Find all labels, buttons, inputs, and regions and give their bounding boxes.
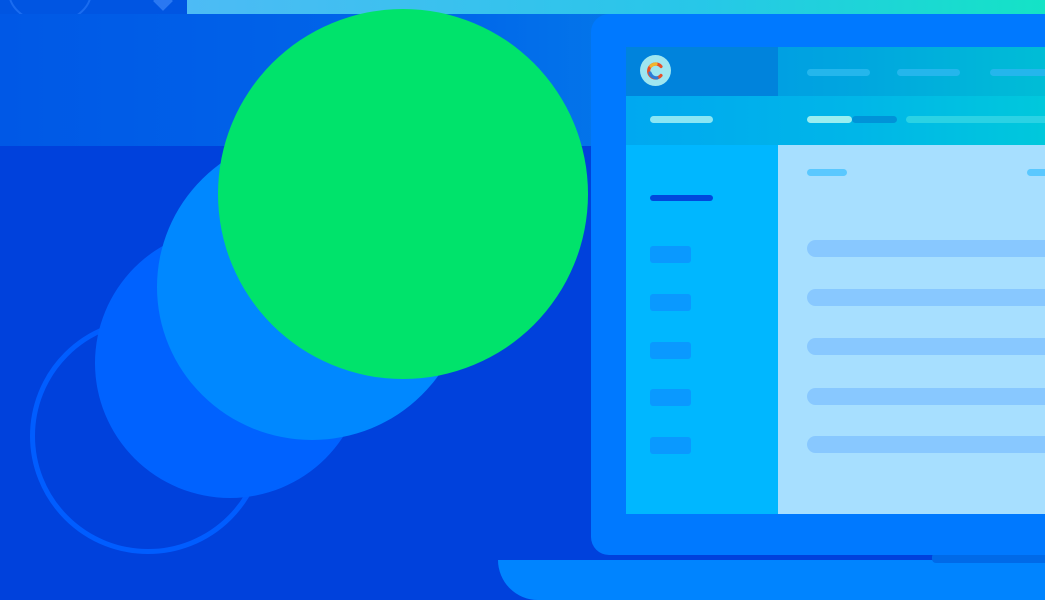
sidebar-item[interactable] (650, 294, 691, 311)
list-item[interactable] (807, 338, 1045, 355)
list-item[interactable] (807, 388, 1045, 405)
progress-track (852, 116, 897, 123)
corner-decoration (0, 0, 187, 14)
top-gradient-strip (187, 0, 1045, 14)
progress-fill (807, 116, 852, 123)
content-tag (807, 169, 847, 176)
section-title-placeholder (650, 116, 713, 123)
sidebar-item[interactable] (650, 437, 691, 454)
sidebar-item[interactable] (650, 246, 691, 263)
green-circle (218, 9, 588, 379)
list-item[interactable] (807, 436, 1045, 453)
content-tag-right (1027, 169, 1045, 176)
logo-cell (626, 47, 778, 96)
sidebar-item[interactable] (650, 389, 691, 406)
list-item[interactable] (807, 240, 1045, 257)
sidebar-item[interactable] (650, 342, 691, 359)
app-topbar (626, 47, 1045, 96)
list-item[interactable] (807, 289, 1045, 306)
nav-item-3[interactable] (990, 69, 1045, 76)
nav-item-1[interactable] (807, 69, 870, 76)
subbar-field (906, 116, 1045, 123)
laptop-screen (626, 47, 1045, 514)
nav-item-2[interactable] (897, 69, 960, 76)
laptop-base (498, 560, 1045, 600)
app-sidebar (626, 145, 778, 514)
brand-logo-icon[interactable] (640, 55, 671, 86)
app-subbar (626, 96, 1045, 145)
sidebar-heading (650, 195, 713, 201)
